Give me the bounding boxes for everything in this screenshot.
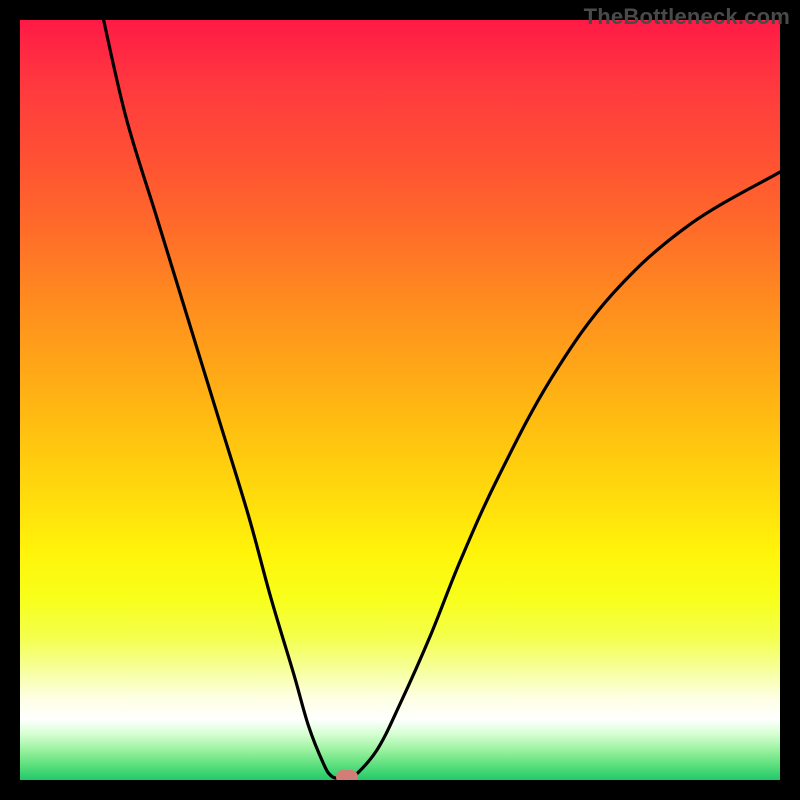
- plot-area: [20, 20, 780, 780]
- curve-path: [104, 20, 780, 779]
- minimum-marker: [336, 770, 358, 780]
- watermark-text: TheBottleneck.com: [584, 4, 790, 30]
- chart-frame: TheBottleneck.com: [0, 0, 800, 800]
- bottleneck-curve: [20, 20, 780, 780]
